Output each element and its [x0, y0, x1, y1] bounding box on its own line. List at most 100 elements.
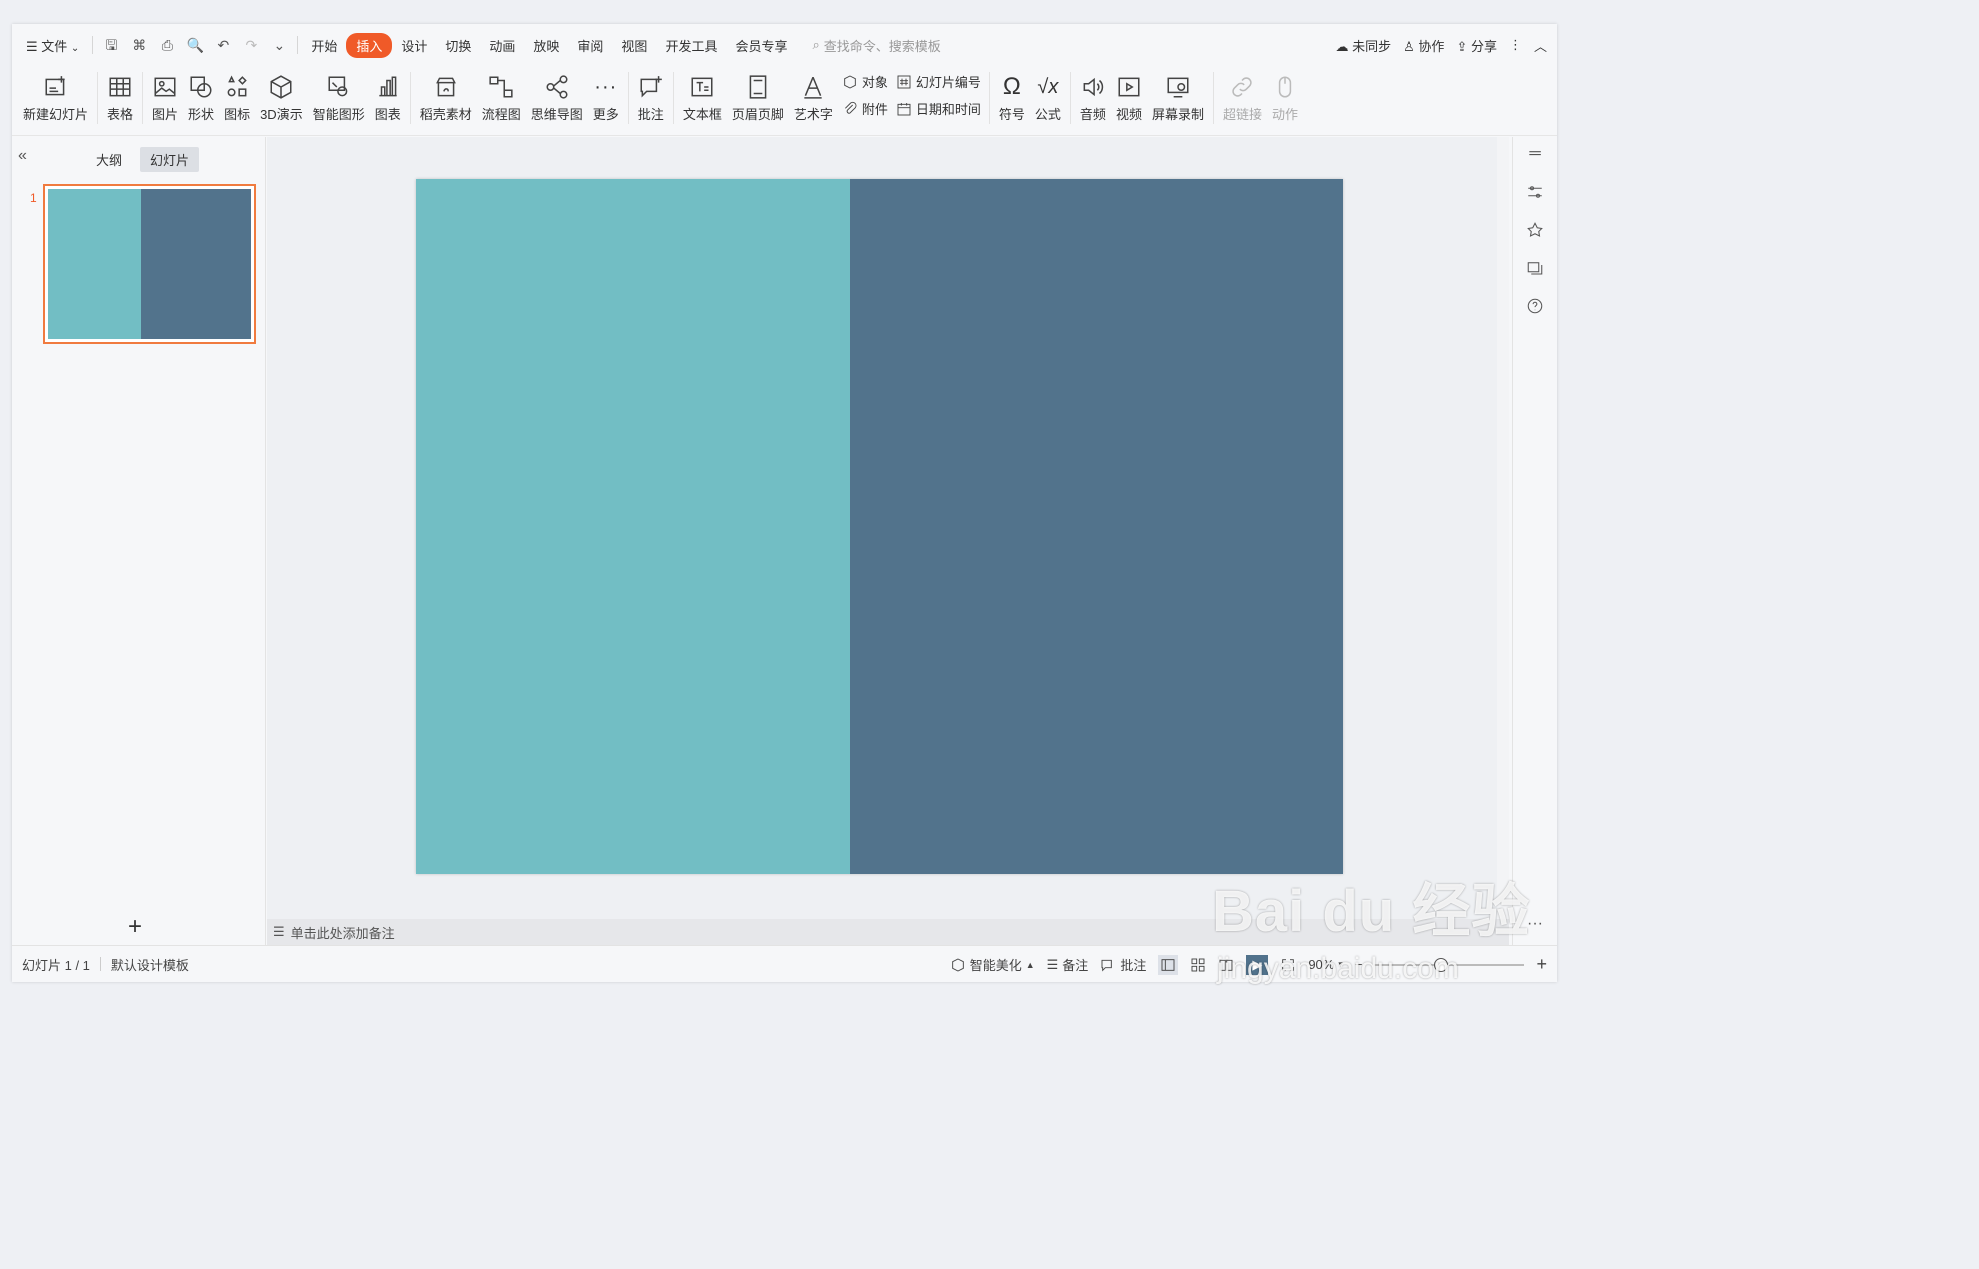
cloud-icon: ☁ [1335, 38, 1349, 54]
zoom-slider-knob[interactable] [1434, 957, 1449, 972]
wordart-button[interactable]: 艺术字 [789, 66, 838, 123]
object-button[interactable]: 对象 [842, 72, 888, 91]
mindmap-label: 思维导图 [530, 107, 583, 122]
slide-canvas[interactable] [416, 179, 1343, 874]
tab-member[interactable]: 会员专享 [726, 36, 796, 55]
tab-developer[interactable]: 开发工具 [656, 36, 726, 55]
format-painter-icon[interactable]: ⌘ [130, 36, 148, 54]
tab-home[interactable]: 开始 [302, 36, 346, 55]
slide-thumbnail-content [48, 189, 251, 339]
audio-label: 音频 [1079, 107, 1106, 122]
share-button[interactable]: ⇪ 分享 [1456, 36, 1497, 55]
top-menu-bar: ☰ 文件 ⌄ 🖫 ⌘ ⎙ 🔍 ↶ ↷ ⌄ 开始 插入 设计 切换 动画 放映 审… [12, 24, 1557, 66]
table-button[interactable]: 表格 [102, 66, 138, 123]
action-button[interactable]: 动作 [1267, 66, 1303, 123]
print-icon[interactable]: ⎙ [158, 36, 176, 54]
command-search[interactable]: ⌕ 查找命令、搜索模板 [812, 36, 940, 55]
tab-slideshow[interactable]: 放映 [524, 36, 568, 55]
header-footer-button[interactable]: 页眉页脚 [727, 66, 789, 123]
zoom-level[interactable]: 90% ▾ [1308, 957, 1343, 972]
flowchart-button[interactable]: 流程图 [477, 66, 526, 123]
fit-window-icon[interactable] [1280, 957, 1296, 973]
notes-toggle-button[interactable]: ☰ 备注 [1047, 955, 1089, 974]
slide-switch-icon[interactable] [1524, 257, 1546, 279]
symbol-button[interactable]: Ω 符号 [994, 66, 1030, 123]
screen-record-button[interactable]: 屏幕录制 [1147, 66, 1209, 123]
customize-toolbar-icon[interactable]: ⌄ [270, 36, 288, 54]
flowchart-icon [489, 76, 513, 98]
chart-label: 图表 [374, 107, 401, 122]
slide-number-button[interactable]: 幻灯片编号 [896, 72, 981, 91]
hyperlink-button[interactable]: 超链接 [1218, 66, 1267, 123]
3d-demo-label: 3D演示 [260, 107, 303, 122]
normal-view-icon[interactable] [1158, 954, 1179, 975]
video-button[interactable]: 视频 [1111, 66, 1147, 123]
table-icon [109, 77, 131, 97]
grid-view-icon[interactable] [1190, 957, 1206, 973]
file-menu[interactable]: ☰ 文件 ⌄ [12, 36, 88, 55]
smartart-label: 智能图形 [312, 107, 365, 122]
tab-slides[interactable]: 幻灯片 [140, 147, 200, 172]
drag-handle-icon[interactable]: ═ [1524, 143, 1546, 165]
audio-button[interactable]: 音频 [1075, 66, 1111, 123]
tab-outline[interactable]: 大纲 [86, 147, 132, 172]
formula-icon: √x [1037, 75, 1059, 98]
new-slide-button[interactable]: 新建幻灯片 [18, 66, 93, 123]
collapse-ribbon-icon[interactable]: ︿ [1534, 36, 1547, 55]
tab-review[interactable]: 审阅 [568, 36, 612, 55]
notes-pane[interactable]: ☰ 单击此处添加备注 [267, 919, 1509, 945]
help-icon[interactable] [1524, 295, 1546, 317]
collapse-panel-icon[interactable]: « [18, 147, 27, 165]
vertical-scrollbar[interactable] [1497, 137, 1509, 919]
mindmap-button[interactable]: 思维导图 [526, 66, 588, 123]
more-button[interactable]: ··· 更多 [588, 66, 624, 123]
reading-view-icon[interactable] [1218, 957, 1234, 973]
pin-icon[interactable] [1524, 219, 1546, 241]
sync-button[interactable]: ☁ 未同步 [1336, 36, 1392, 55]
add-slide-button[interactable]: + [128, 913, 142, 941]
icon-button[interactable]: 图标 [219, 66, 255, 123]
tab-design[interactable]: 设计 [392, 36, 436, 55]
datetime-button[interactable]: 日期和时间 [896, 99, 981, 118]
notes-placeholder: 单击此处添加备注 [290, 925, 395, 941]
material-button[interactable]: 稻壳素材 [415, 66, 477, 123]
paperclip-icon [844, 101, 857, 114]
more-options-icon[interactable]: ⋮ [1509, 37, 1522, 53]
textbox-button[interactable]: 文本框 [678, 66, 727, 123]
zoom-out-button[interactable]: − [1355, 957, 1363, 972]
divider [92, 36, 94, 54]
formula-button[interactable]: √x 公式 [1030, 66, 1066, 123]
zoom-slider[interactable] [1374, 957, 1525, 972]
3d-demo-button[interactable]: 3D演示 [255, 66, 308, 123]
shape-button[interactable]: 形状 [183, 66, 219, 123]
play-slideshow-button[interactable]: ▶ [1246, 954, 1269, 975]
slide-thumbnail[interactable] [43, 184, 256, 344]
zoom-in-button[interactable]: + [1536, 954, 1547, 975]
smartart-button[interactable]: 智能图形 [308, 66, 370, 123]
insert-ribbon: 新建幻灯片 表格 图片 形状 图标 3D演示 智能图形 图表 稻壳素材 流程图 … [12, 66, 1557, 136]
picture-button[interactable]: 图片 [147, 66, 183, 123]
comments-toggle-button[interactable]: 批注 [1100, 955, 1146, 974]
redo-icon[interactable]: ↷ [242, 36, 260, 54]
more-options-icon[interactable]: ··· [1524, 913, 1546, 935]
comment-label: 批注 [637, 107, 664, 122]
chart-button[interactable]: 图表 [370, 66, 406, 123]
tab-animation[interactable]: 动画 [480, 36, 524, 55]
slide-right-rectangle[interactable] [850, 179, 1343, 874]
properties-icon[interactable] [1524, 181, 1546, 203]
search-placeholder: 查找命令、搜索模板 [823, 38, 941, 54]
collab-button[interactable]: ♙ 协作 [1403, 36, 1444, 55]
tab-view[interactable]: 视图 [612, 36, 656, 55]
screen-record-label: 屏幕录制 [1151, 107, 1204, 122]
template-name[interactable]: 默认设计模板 [101, 955, 199, 974]
save-icon[interactable]: 🖫 [102, 36, 120, 54]
chevron-down-icon: ▾ [1338, 959, 1343, 969]
comment-button[interactable]: 批注 [633, 66, 669, 123]
beautify-button[interactable]: 智能美化 ▲ [950, 955, 1035, 974]
tab-transition[interactable]: 切换 [436, 36, 480, 55]
slide-left-rectangle[interactable] [416, 179, 850, 874]
print-preview-icon[interactable]: 🔍 [186, 36, 204, 54]
tab-insert[interactable]: 插入 [346, 32, 393, 58]
attachment-button[interactable]: 附件 [842, 99, 888, 118]
undo-icon[interactable]: ↶ [214, 36, 232, 54]
